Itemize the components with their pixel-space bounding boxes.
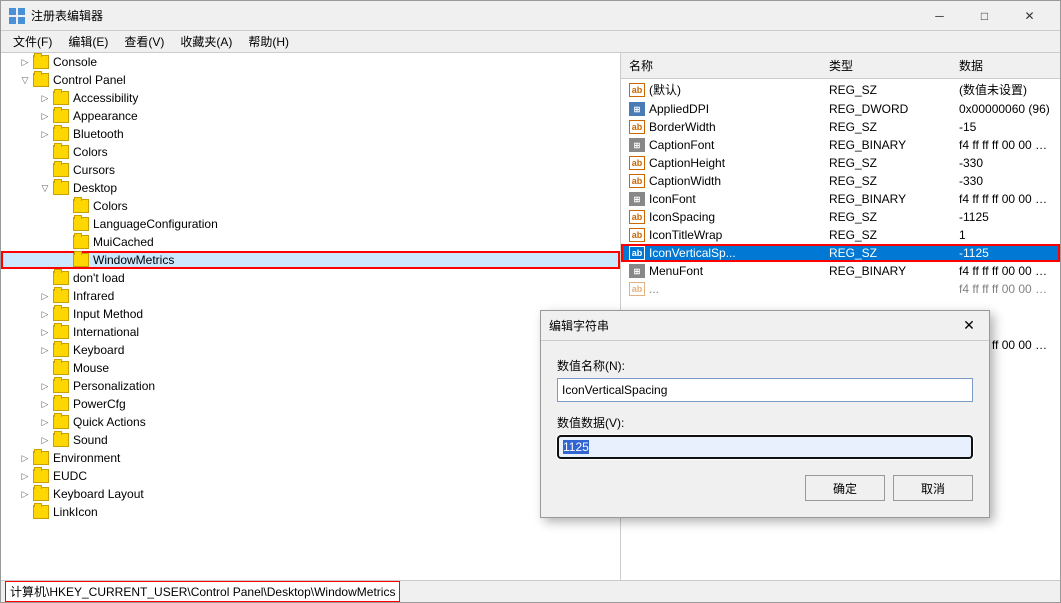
dialog-buttons: 确定 取消	[557, 475, 973, 501]
dialog-data-input[interactable]	[557, 435, 973, 459]
dialog-cancel-button[interactable]: 取消	[893, 475, 973, 501]
dialog-name-label: 数值名称(N):	[557, 357, 973, 374]
dialog-name-input[interactable]	[557, 378, 973, 402]
dialog-data-label: 数值数据(V):	[557, 414, 973, 431]
dialog-body: 数值名称(N): 数值数据(V): 确定 取消	[541, 341, 989, 517]
dialog-titlebar: 编辑字符串 ✕	[541, 311, 989, 341]
modal-overlay: 编辑字符串 ✕ 数值名称(N): 数值数据(V): 确定 取消	[0, 0, 1061, 603]
dialog-close-button[interactable]: ✕	[957, 315, 981, 337]
dialog-title: 编辑字符串	[549, 317, 609, 334]
edit-string-dialog: 编辑字符串 ✕ 数值名称(N): 数值数据(V): 确定 取消	[540, 310, 990, 518]
dialog-ok-button[interactable]: 确定	[805, 475, 885, 501]
